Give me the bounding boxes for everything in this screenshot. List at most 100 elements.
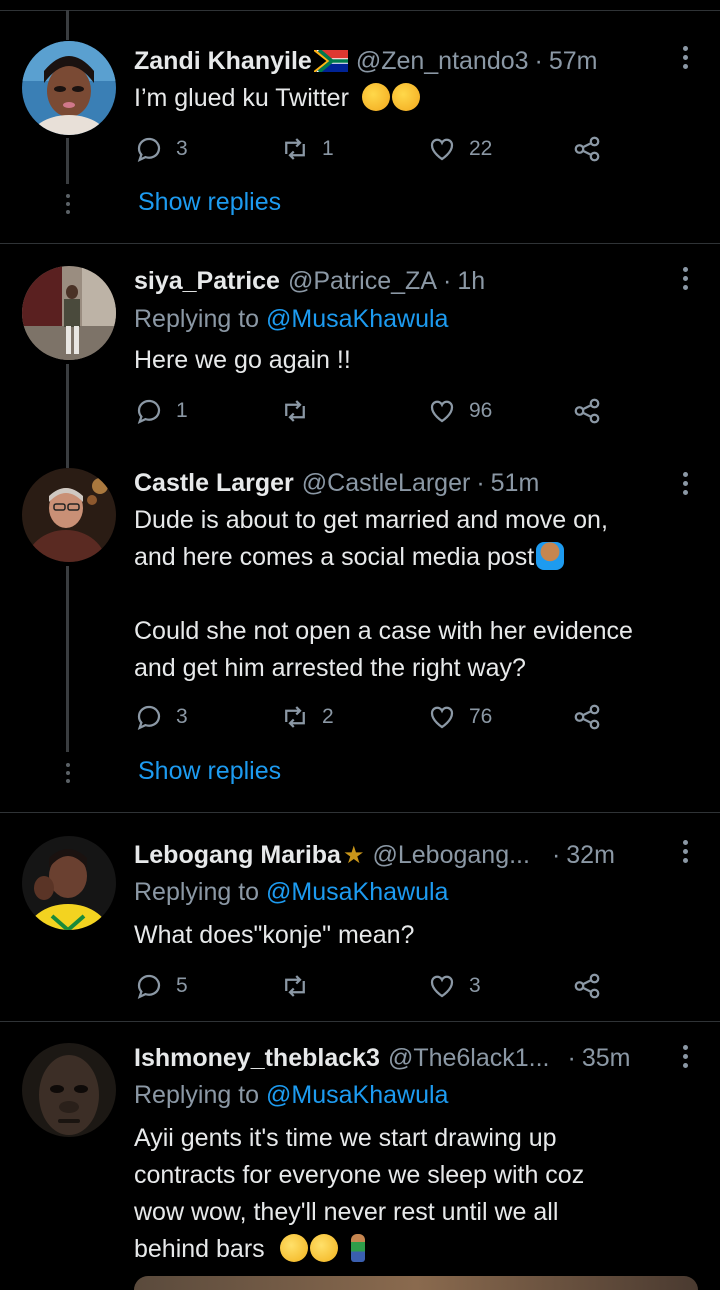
mention-link[interactable]: @MusaKhawula [266,1081,448,1109]
more-options-icon[interactable] [680,46,690,69]
more-options-icon[interactable] [680,1045,690,1068]
separator-dot: · [443,266,452,295]
retweet-button[interactable] [280,968,322,1004]
reply-button[interactable]: 1 [134,393,188,429]
retweet-icon [285,138,305,160]
thread-line [66,138,69,184]
retweet-icon [285,400,305,422]
rofl-emoji-icon [361,83,390,111]
replying-to: Replying to @MusaKhawula [134,878,449,906]
share-icon [574,973,600,999]
retweet-icon [285,975,305,997]
tweet-text: Here we go again !! [134,346,351,374]
reply-icon [137,137,161,163]
heart-icon [430,138,454,161]
avatar[interactable] [22,1043,116,1137]
tweet-header: Zandi Khanyile @Zen_ntando3 · 57m [134,44,598,78]
reply-button[interactable]: 5 [134,968,188,1004]
show-replies-link[interactable]: Show replies [138,188,281,217]
reply-icon [137,974,161,1000]
timestamp[interactable]: 32m [566,841,615,870]
reply-icon [137,705,161,731]
tweet-actions: 1 96 [134,393,604,429]
tweet-header: Lebogang Mariba ★ @Lebogang... · 32m [134,838,615,872]
tweet-header: Ishmoney_theblack3 @The6lack1... · 35m [134,1041,630,1075]
avatar[interactable] [22,836,116,930]
more-options-icon[interactable] [680,267,690,290]
reply-button[interactable]: 3 [134,131,188,167]
reply-icon [137,399,161,425]
tweet-text: Dude is about to get married and move on… [134,506,633,682]
eye-roll-emoji-icon [279,1234,308,1262]
divider [0,243,720,244]
retweet-icon [285,706,305,728]
mention-link[interactable]: @MusaKhawula [266,305,448,333]
separator-dot: · [551,840,561,869]
tweet-header: siya_Patrice @Patrice_ZA · 1h [134,264,485,298]
show-replies-link[interactable]: Show replies [138,757,281,786]
retweet-button[interactable]: 1 [280,131,334,167]
facepalm-emoji-icon [536,542,565,570]
separator-dot: · [567,1043,576,1072]
tweet-actions: 3 1 22 [134,131,604,167]
like-button[interactable]: 76 [427,699,492,735]
thread-line [66,10,69,40]
walking-person-emoji-icon [350,1234,365,1262]
tweet-actions: 3 2 76 [134,699,604,735]
avatar[interactable] [22,41,116,135]
retweet-button[interactable]: 2 [280,699,334,735]
heart-icon [430,706,454,729]
divider [0,1021,720,1022]
display-name[interactable]: Ishmoney_theblack3 [134,1044,380,1073]
tweet-text: I’m glued ku Twitter [134,80,704,117]
like-button[interactable]: 3 [427,968,481,1004]
handle[interactable]: @The6lack1... [388,1044,550,1073]
handle[interactable]: @CastleLarger [302,469,471,498]
share-icon [574,398,600,424]
avatar[interactable] [22,468,116,562]
like-button[interactable]: 22 [427,131,492,167]
heart-icon [430,400,454,423]
thread-line [66,566,69,752]
display-name[interactable]: Castle Larger [134,469,294,498]
share-icon [574,704,600,730]
thread-more-dots [66,763,70,783]
like-button[interactable]: 96 [427,393,492,429]
more-options-icon[interactable] [680,840,690,863]
more-options-icon[interactable] [680,472,690,495]
share-button[interactable] [572,968,602,1004]
share-button[interactable] [572,393,602,429]
timestamp[interactable]: 51m [491,469,540,498]
handle[interactable]: @Zen_ntando3 [356,47,529,76]
avatar[interactable] [22,266,116,360]
share-icon [574,136,600,162]
divider [0,10,720,11]
reply-button[interactable]: 3 [134,699,188,735]
share-button[interactable] [572,699,602,735]
thread-line [66,364,69,468]
tweet-header: Castle Larger @CastleLarger · 51m [134,466,539,500]
rofl-emoji-icon [391,83,420,111]
timestamp[interactable]: 1h [457,267,485,296]
timestamp[interactable]: 57m [549,47,598,76]
tweet-text: What does"konje" mean? [134,921,415,949]
tweet-text: Ayii gents it's time we start drawing up… [134,1124,585,1263]
display-name[interactable]: Lebogang Mariba [134,841,341,870]
south-africa-flag-icon [313,50,348,72]
handle[interactable]: @Lebogang... [372,841,529,870]
divider [0,812,720,813]
separator-dot: · [534,46,543,75]
retweet-button[interactable] [280,393,322,429]
display-name[interactable]: Zandi Khanyile [134,47,312,76]
share-button[interactable] [572,131,602,167]
mention-link[interactable]: @MusaKhawula [266,878,448,906]
replying-to: Replying to @MusaKhawula [134,305,449,333]
tweet-actions: 5 3 [134,968,604,1004]
thread-more-dots [66,194,70,214]
display-name[interactable]: siya_Patrice [134,267,280,296]
eye-roll-emoji-icon [309,1234,338,1262]
replying-to: Replying to @MusaKhawula [134,1081,449,1109]
handle[interactable]: @Patrice_ZA [288,267,437,296]
timestamp[interactable]: 35m [582,1044,631,1073]
separator-dot: · [476,468,485,497]
